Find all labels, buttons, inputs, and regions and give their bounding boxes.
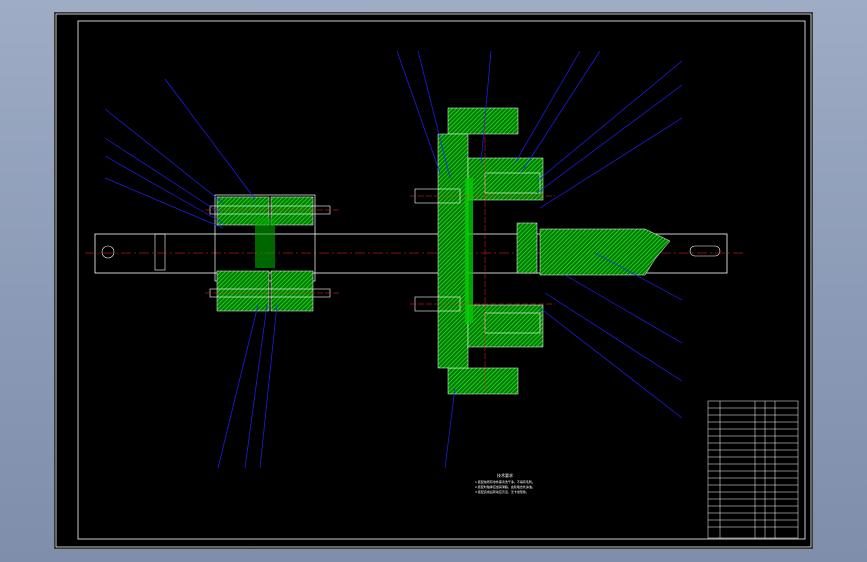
technical-notes: 技术要求 1.装配前所有零件需清洗干净，不得有毛刺。 2.装配时轴承应加润滑脂，… (475, 473, 715, 495)
shaft-key-slot-right (689, 245, 721, 257)
planetary-gearbox (410, 107, 671, 395)
outer-frame (55, 13, 812, 548)
title-block (707, 400, 799, 539)
shaft-key-slot-left (101, 245, 115, 259)
notes-title: 技术要求 (497, 473, 513, 478)
assembly-drawing (55, 13, 812, 548)
cad-viewport: 技术要求 1.装配前所有零件需清洗干净，不得有毛刺。 2.装配时轴承应加润滑脂，… (0, 0, 867, 562)
drawing-sheet: 技术要求 1.装配前所有零件需清洗干净，不得有毛刺。 2.装配时轴承应加润滑脂，… (55, 13, 812, 548)
note-line-3: 3.装配完成后转动应灵活，无卡滞现象。 (475, 490, 529, 494)
